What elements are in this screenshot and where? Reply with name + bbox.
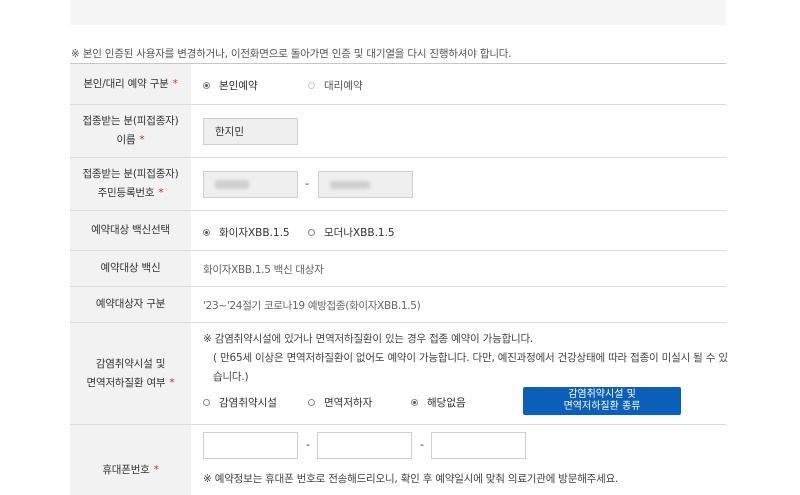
- masked-value: [330, 180, 370, 189]
- radio-proxy-booking[interactable]: 대리예약: [308, 78, 363, 93]
- notice-text: ※ 본인 인증된 사용자를 변경하거나, 이전화면으로 돌아가면 인증 및 대기…: [71, 48, 512, 60]
- row-booking-type: 본인/대리 예약 구분 * 본인예약 대리예약: [70, 64, 726, 105]
- radio-pfizer[interactable]: 화이자XBB.1.5: [203, 225, 290, 240]
- radio-unchecked-icon: [308, 399, 315, 406]
- radio-checked-icon: [411, 399, 418, 406]
- radio-checked-icon: [203, 82, 210, 89]
- label-phone: 휴대폰번호 *: [70, 425, 191, 495]
- radio-moderna[interactable]: 모더나XBB.1.5: [308, 225, 395, 240]
- required-mark: *: [172, 77, 178, 90]
- label-rrn: 접종받는 분(피접종자) 주민등록번호 *: [70, 158, 191, 210]
- phone-part3-input[interactable]: [431, 432, 526, 459]
- radio-immunocompromised[interactable]: 면역저하자: [308, 395, 372, 410]
- rrn-back-field[interactable]: [318, 171, 413, 198]
- label-target-type: 예약대상자 구분: [70, 287, 191, 322]
- label-booking-type: 본인/대리 예약 구분 *: [70, 64, 191, 104]
- label-name: 접종받는 분(피접종자) 이름 *: [70, 105, 191, 157]
- row-vulnerable: 감염취약시설 및 면역저하질환 여부 * ※ 감염취약시설에 있거나 면역저하질환…: [70, 323, 728, 425]
- row-vaccine: 예약대상 백신 화이자XBB.1.5 백신 대상자: [70, 251, 726, 287]
- radio-none[interactable]: 해당없음: [411, 395, 466, 410]
- radio-unchecked-icon: [203, 399, 210, 406]
- radio-unchecked-icon: [308, 229, 315, 236]
- masked-value: [215, 180, 249, 189]
- label-vaccine-select: 예약대상 백신선택: [70, 211, 191, 250]
- row-target-type: 예약대상자 구분 '23~'24절기 코로나19 예방접종(화이자XBB.1.5…: [70, 287, 726, 323]
- row-rrn: 접종받는 분(피접종자) 주민등록번호 * -: [70, 158, 726, 211]
- vaccine-value: 화이자XBB.1.5 백신 대상자: [203, 264, 324, 276]
- radio-unchecked-icon: [308, 82, 315, 89]
- vulnerable-types-button[interactable]: 감염취약시설 및 면역저하질환 종류: [523, 387, 681, 415]
- phone-part1-input[interactable]: [203, 432, 298, 459]
- label-vulnerable: 감염취약시설 및 면역저하질환 여부 *: [70, 323, 191, 424]
- row-vaccine-select: 예약대상 백신선택 화이자XBB.1.5 모더나XBB.1.5: [70, 211, 726, 251]
- row-phone: 휴대폰번호 * - - ※ 예약정보는 휴대폰 번호로 전송해드리오니, 확인 후…: [70, 425, 726, 495]
- booking-form: 본인/대리 예약 구분 * 본인예약 대리예약 접종받는 분(피접종자) 이름 * …: [70, 63, 728, 495]
- radio-self-booking[interactable]: 본인예약: [203, 78, 258, 93]
- row-name: 접종받는 분(피접종자) 이름 * 한지민: [70, 105, 726, 158]
- top-panel: [70, 0, 726, 25]
- phone-part2-input[interactable]: [317, 432, 412, 459]
- rrn-front-field[interactable]: [203, 171, 298, 198]
- radio-facility[interactable]: 감염취약시설: [203, 395, 277, 410]
- label-vaccine: 예약대상 백신: [70, 251, 191, 286]
- target-type-value: '23~'24절기 코로나19 예방접종(화이자XBB.1.5): [203, 300, 421, 312]
- vulnerable-note: ※ 감염취약시설에 있거나 면역저하질환이 있는 경우 접종 예약이 가능합니다…: [203, 333, 728, 383]
- name-field[interactable]: 한지민: [203, 118, 298, 145]
- radio-checked-icon: [203, 229, 210, 236]
- phone-note: ※ 예약정보는 휴대폰 번호로 전송해드리오니, 확인 후 예약일시에 맞춰 의…: [203, 473, 619, 485]
